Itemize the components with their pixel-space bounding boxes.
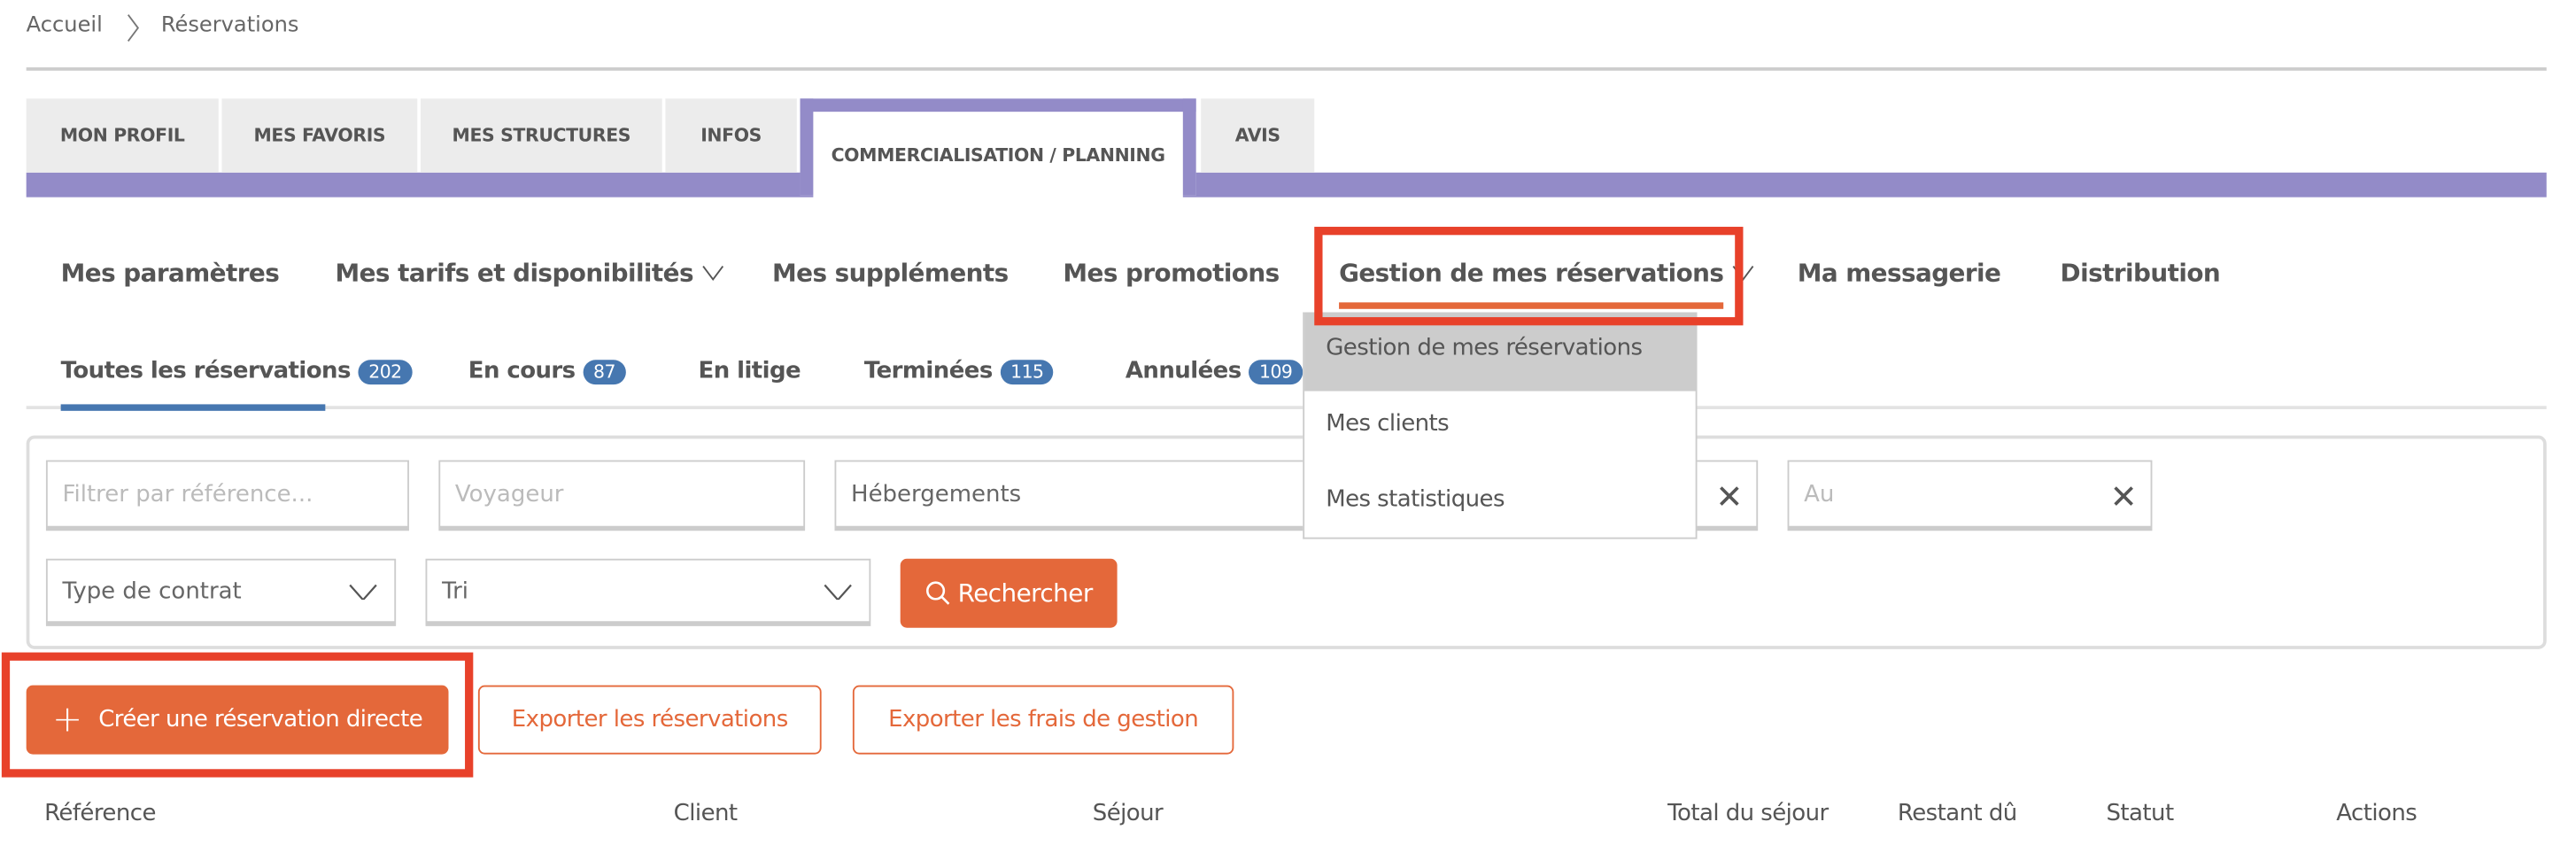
sort-label: Tri — [442, 578, 469, 604]
chevron-down-icon — [349, 584, 377, 601]
reservations-dropdown-menu: Gestion de mes réservations Mes clients … — [1303, 312, 1698, 539]
tab-mes-structures[interactable]: MES STRUCTURES — [420, 98, 662, 173]
search-button-label: Rechercher — [957, 578, 1094, 609]
sort-select[interactable]: Tri — [425, 558, 871, 626]
active-underline — [60, 404, 326, 411]
status-tab-label: Annulées — [1125, 358, 1242, 385]
tab-mes-favoris[interactable]: MES FAVORIS — [221, 98, 418, 173]
traveler-input[interactable]: Voyageur — [438, 460, 806, 531]
tabs-bar — [26, 172, 814, 198]
tab-mon-profil[interactable]: MON PROFIL — [26, 98, 219, 173]
chevron-down-icon — [824, 584, 852, 601]
submenu-mes-supplements[interactable]: Mes suppléments — [772, 258, 1009, 287]
export-reservations-button[interactable]: Exporter les réservations — [477, 685, 822, 755]
status-tab-en-litige[interactable]: En litige — [699, 358, 801, 384]
chevron-right-icon — [127, 14, 140, 42]
highlight-box — [1314, 227, 1744, 326]
search-button[interactable]: Rechercher — [900, 558, 1118, 628]
page: Accueil Réservations MON PROFIL MES FAVO… — [0, 0, 2576, 853]
chevron-down-icon — [702, 266, 724, 281]
column-total: Total du séjour — [1667, 800, 1829, 827]
highlight-box — [1, 652, 474, 778]
column-actions: Actions — [2336, 800, 2417, 827]
column-restant: Restant dû — [1897, 800, 2017, 827]
submenu-ma-messagerie[interactable]: Ma messagerie — [1798, 258, 2001, 287]
submenu-mes-tarifs[interactable]: Mes tarifs et disponibilités — [335, 258, 724, 288]
column-statut: Statut — [2106, 800, 2174, 827]
to-date-input[interactable]: Au ✕ — [1787, 460, 2153, 531]
tabs-bar — [1182, 172, 2547, 198]
status-tab-annulees[interactable]: Annulées 109 — [1126, 358, 1303, 384]
clear-icon[interactable]: ✕ — [1715, 477, 1743, 516]
contract-type-label: Type de contrat — [62, 578, 242, 604]
count-badge: 115 — [1001, 359, 1054, 384]
count-badge: 202 — [359, 359, 412, 384]
status-tab-all[interactable]: Toutes les réservations 202 — [61, 358, 412, 384]
accommodations-label: Hébergements — [851, 480, 1022, 508]
count-badge: 87 — [583, 359, 626, 384]
status-tab-en-cours[interactable]: En cours 87 — [468, 358, 626, 385]
column-reference: Référence — [44, 800, 156, 827]
status-tab-terminees[interactable]: Terminées 115 — [864, 358, 1054, 384]
dropdown-item-statistiques[interactable]: Mes statistiques — [1326, 486, 1505, 513]
status-tab-label: En cours — [468, 358, 576, 385]
tab-commercialisation-planning[interactable]: COMMERCIALISATION / PLANNING — [800, 98, 1196, 196]
submenu-label: Mes tarifs et disponibilités — [335, 258, 693, 288]
column-client: Client — [673, 800, 738, 827]
clear-icon[interactable]: ✕ — [2110, 477, 2138, 516]
breadcrumb-current: Réservations — [160, 12, 299, 38]
divider — [26, 67, 2547, 71]
search-icon — [926, 581, 950, 605]
dropdown-item-clients[interactable]: Mes clients — [1326, 411, 1450, 438]
status-tab-label: Terminées — [863, 358, 993, 385]
divider — [26, 406, 2547, 409]
submenu-mes-promotions[interactable]: Mes promotions — [1063, 258, 1280, 287]
count-badge: 109 — [1249, 359, 1303, 384]
export-fees-button[interactable]: Exporter les frais de gestion — [852, 685, 1234, 755]
breadcrumb-home[interactable]: Accueil — [27, 13, 103, 38]
status-tab-label: Toutes les réservations — [60, 358, 352, 385]
reference-filter-input[interactable]: Filtrer par référence... — [45, 460, 409, 531]
column-sejour: Séjour — [1092, 800, 1164, 827]
submenu-distribution[interactable]: Distribution — [2061, 258, 2221, 287]
to-date-placeholder: Au — [1804, 480, 1835, 508]
submenu-mes-parametres[interactable]: Mes paramètres — [61, 258, 280, 287]
contract-type-select[interactable]: Type de contrat — [45, 558, 397, 626]
dropdown-item-gestion[interactable]: Gestion de mes réservations — [1326, 335, 1643, 361]
tab-avis[interactable]: AVIS — [1201, 98, 1315, 173]
tab-infos[interactable]: INFOS — [665, 98, 797, 173]
status-tab-label: En litige — [698, 358, 801, 385]
